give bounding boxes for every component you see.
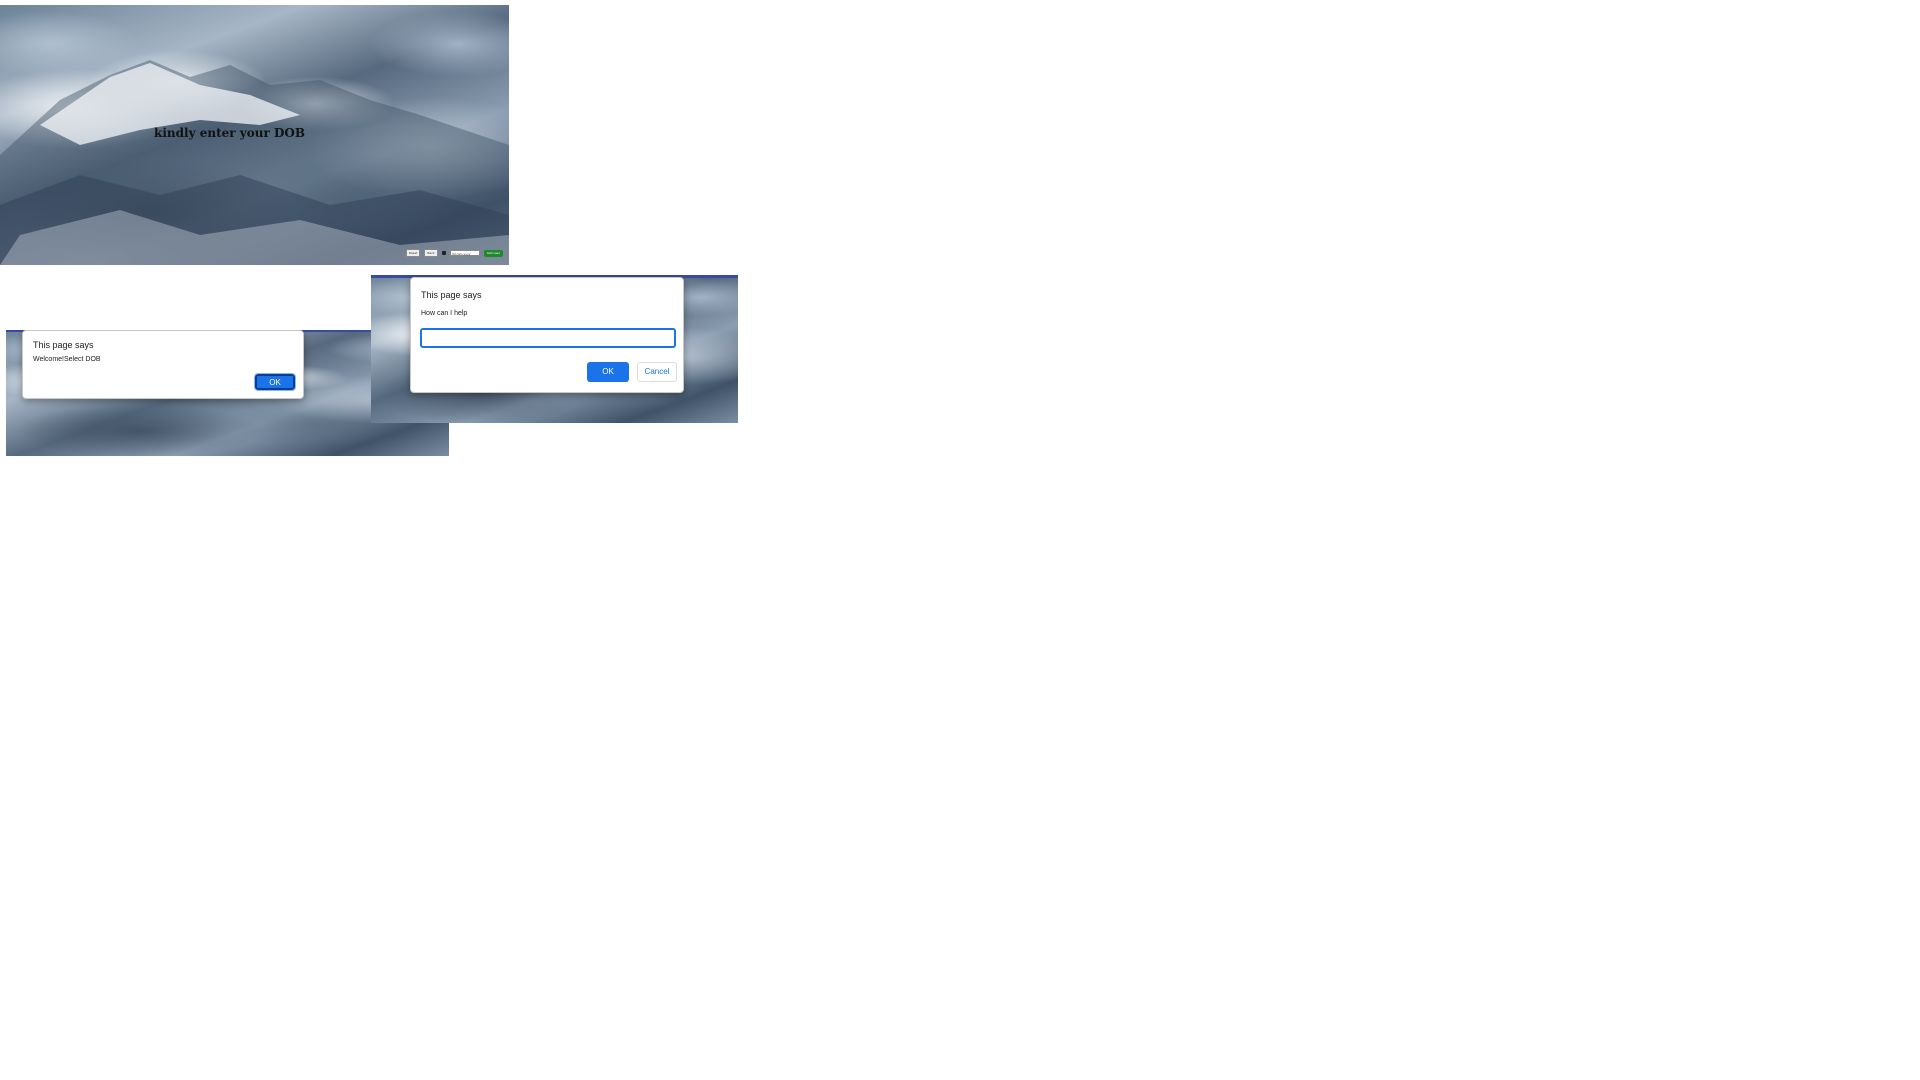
dob-headline: kindly enter your DOB — [154, 126, 305, 140]
alert-title: This page says — [33, 340, 94, 350]
dob-date-input[interactable]: dd-mm-yyyy — [449, 250, 480, 256]
prompt-text-input[interactable] — [420, 328, 676, 348]
alert-message: Welcome!Select DOB — [33, 356, 101, 363]
dob-controls: Reset Back dd-mm-yyyy Add user — [406, 249, 503, 257]
prompt-title: This page says — [421, 290, 482, 300]
bullet-icon — [441, 251, 446, 255]
main-page-screenshot: kindly enter your DOB Reset Back dd-mm-y… — [0, 5, 509, 265]
prompt-message: How can I help — [421, 310, 468, 317]
back-button[interactable]: Back — [424, 249, 438, 257]
prompt-screenshot: This page says How can I help OK Cancel — [371, 275, 738, 423]
prompt-dialog: This page says How can I help OK Cancel — [410, 277, 684, 393]
prompt-ok-button[interactable]: OK — [587, 362, 629, 382]
alert-dialog: This page says Welcome!Select DOB OK — [22, 330, 304, 399]
alert-ok-button[interactable]: OK — [254, 373, 296, 391]
prompt-cancel-button[interactable]: Cancel — [637, 362, 677, 382]
reset-button[interactable]: Reset — [406, 249, 421, 257]
add-user-button[interactable]: Add user — [483, 249, 503, 257]
